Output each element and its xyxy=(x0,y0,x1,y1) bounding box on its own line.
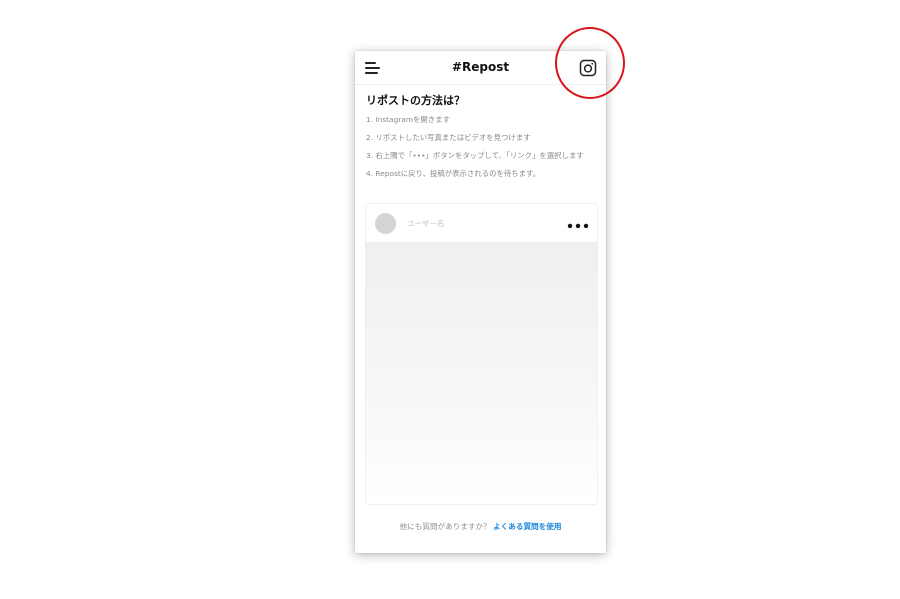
step-1: 1. Instagramを開きます xyxy=(366,115,450,124)
footer: 他にも質問がありますか？ よくある質問を使用 xyxy=(355,521,606,532)
steps-list: 1. Instagramを開きます 2. リポストしたい写真またはビデオを見つけ… xyxy=(366,115,598,187)
post-preview-card: ユーザー名 xyxy=(365,203,598,505)
help-title: リポストの方法は？ xyxy=(366,94,465,107)
step-4: 4. Repostに戻り、投稿が表示されるのを待ちます。 xyxy=(366,169,541,178)
step-3: 3. 右上隅で「•••」ボタンをタップして、「リンク」を選択します xyxy=(366,151,584,160)
app-title: #Repost xyxy=(451,60,510,74)
avatar xyxy=(375,213,396,234)
top-bar: #Repost xyxy=(355,51,606,85)
instagram-icon[interactable] xyxy=(579,59,597,77)
phone-screen: #Repost リポストの方法は？ 1. Instagramを開きます 2. リ… xyxy=(355,51,606,553)
step-2: 2. リポストしたい写真またはビデオを見つけます xyxy=(366,133,531,142)
faq-link[interactable]: よくある質問を使用 xyxy=(493,522,561,531)
more-horizontal-icon[interactable] xyxy=(567,217,589,229)
username-placeholder: ユーザー名 xyxy=(407,219,445,228)
footer-question: 他にも質問がありますか？ xyxy=(399,522,491,531)
post-image-placeholder xyxy=(366,242,597,504)
post-header: ユーザー名 xyxy=(366,204,597,242)
